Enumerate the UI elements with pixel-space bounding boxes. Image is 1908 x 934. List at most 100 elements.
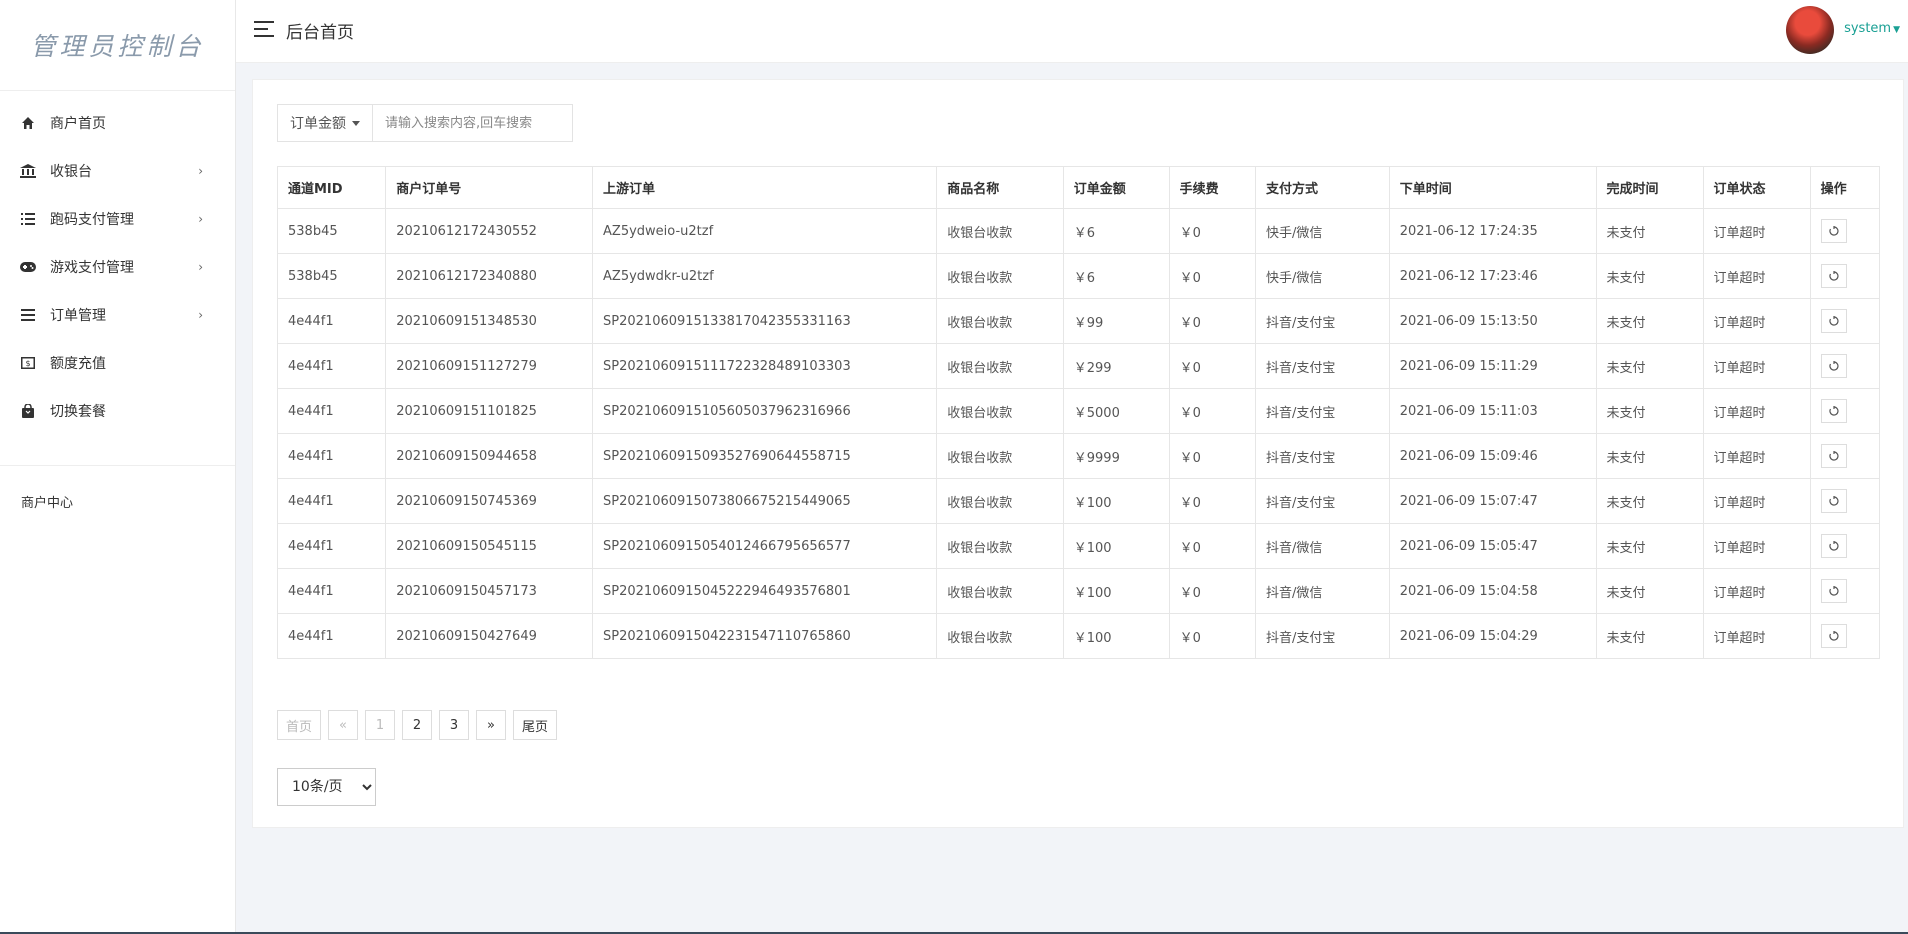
refresh-icon[interactable]	[1820, 624, 1847, 648]
refresh-icon[interactable]	[1820, 399, 1847, 423]
table-cell-action	[1809, 388, 1881, 434]
table-cell: 订单超时	[1702, 208, 1811, 254]
table-cell: 订单超时	[1702, 568, 1811, 614]
table-cell: SP2021060915105605037962316966	[592, 388, 938, 434]
sidebar-item-1[interactable]: 收银台 ›	[0, 147, 235, 195]
user-menu[interactable]: system ▼	[1844, 21, 1900, 36]
table-cell: ￥299	[1062, 343, 1170, 389]
table-body: 538b45 20210612172430552 AZ5ydweio-u2tzf 收银…	[276, 208, 1881, 659]
table-cell: 538b45	[276, 253, 387, 299]
table-cell: 订单超时	[1702, 613, 1811, 659]
sidebar-item-label: 订单管理	[50, 308, 106, 324]
table-cell: 收银台收款	[936, 208, 1064, 254]
pager-page-3[interactable]: 3	[439, 710, 470, 740]
sidebar-item-label: 收银台	[50, 164, 92, 180]
table-cell: 4e44f1	[276, 523, 387, 569]
sidebar-item-5[interactable]: $ 额度充值	[0, 339, 235, 387]
pager-page-2[interactable]: 2	[402, 710, 433, 740]
brand-logo: 管理员控制台	[0, 0, 235, 91]
table-row: 4e44f1 20210609151127279 SP202106091511172…	[276, 343, 1881, 389]
pager-next[interactable]: »	[476, 710, 507, 740]
column-header: 完成时间	[1595, 166, 1704, 209]
table-row: 538b45 20210612172340880 AZ5ydwdkr-u2tzf 收银…	[276, 253, 1881, 299]
table-cell: ￥0	[1168, 208, 1256, 254]
refresh-icon[interactable]	[1820, 219, 1847, 243]
refresh-icon[interactable]	[1820, 489, 1847, 513]
search-bar: 订单金额	[277, 104, 573, 142]
column-header: 商品名称	[936, 166, 1064, 209]
search-input[interactable]	[373, 105, 572, 141]
refresh-icon[interactable]	[1820, 354, 1847, 378]
column-header: 商户订单号	[385, 166, 594, 209]
sidebar: 管理员控制台 商户首页 收银台 › 跑码支付管理 › 游戏支付管理 › 订单管理 › $ 额度充值切…	[0, 0, 236, 934]
caret-down-icon	[352, 120, 360, 126]
table-cell: AZ5ydweio-u2tzf	[592, 208, 938, 254]
table-cell: 订单超时	[1702, 343, 1811, 389]
sidebar-item-label: 切换套餐	[50, 404, 106, 420]
table-cell: 2021-06-12 17:24:35	[1388, 208, 1597, 254]
table-cell: 抖音/支付宝	[1254, 388, 1390, 434]
table-cell: 20210609150944658	[385, 433, 594, 479]
table-cell: 538b45	[276, 208, 387, 254]
search-field-label: 订单金额	[290, 116, 346, 132]
table-cell-action	[1809, 478, 1881, 524]
table-cell: 4e44f1	[276, 388, 387, 434]
table-cell: 2021-06-12 17:23:46	[1388, 253, 1597, 299]
pager-page-1[interactable]: 1	[365, 710, 396, 740]
table-cell: 抖音/支付宝	[1254, 478, 1390, 524]
table-cell: 快手/微信	[1254, 253, 1390, 299]
table-cell: ￥0	[1168, 613, 1256, 659]
menu-toggle-icon[interactable]	[254, 20, 276, 38]
table-cell-action	[1809, 433, 1881, 479]
table-cell: 20210609150745369	[385, 478, 594, 524]
sidebar-item-label: 游戏支付管理	[50, 260, 134, 276]
pager-last[interactable]: 尾页	[513, 710, 558, 740]
sidebar-section-merchant-center[interactable]: 商户中心	[0, 466, 235, 511]
table-cell: ￥5000	[1062, 388, 1170, 434]
refresh-icon[interactable]	[1820, 534, 1847, 558]
sidebar-item-2[interactable]: 跑码支付管理 ›	[0, 195, 235, 243]
refresh-icon[interactable]	[1820, 444, 1847, 468]
table-row: 4e44f1 20210609150427649 SP202106091504223…	[276, 613, 1881, 659]
sidebar-item-0[interactable]: 商户首页	[0, 99, 235, 147]
table-cell: SP2021060915042231547110765860	[592, 613, 938, 659]
table-cell: 收银台收款	[936, 523, 1064, 569]
column-header: 下单时间	[1388, 166, 1597, 209]
refresh-icon[interactable]	[1820, 264, 1847, 288]
table-cell: 2021-06-09 15:13:50	[1388, 298, 1597, 344]
table-cell: 20210609150545115	[385, 523, 594, 569]
table-cell: 收银台收款	[936, 433, 1064, 479]
user-name: system	[1844, 21, 1892, 36]
table-cell: 订单超时	[1702, 253, 1811, 299]
table-cell: 20210609150427649	[385, 613, 594, 659]
page-size-select[interactable]: 10条/页	[277, 768, 376, 806]
table-cell-action	[1809, 208, 1881, 254]
table-cell: ￥0	[1168, 478, 1256, 524]
refresh-icon[interactable]	[1820, 579, 1847, 603]
table-cell: 未支付	[1595, 478, 1704, 524]
refresh-icon[interactable]	[1820, 309, 1847, 333]
column-header: 订单金额	[1062, 166, 1170, 209]
sidebar-item-4[interactable]: 订单管理 ›	[0, 291, 235, 339]
content-card: 订单金额 通道MID商户订单号上游订单商品名称订单金额手续费支付方式下单时间完成…	[252, 79, 1904, 828]
table-cell: 收银台收款	[936, 253, 1064, 299]
table-cell: 收银台收款	[936, 388, 1064, 434]
table-cell: 20210612172430552	[385, 208, 594, 254]
table-cell: 收银台收款	[936, 613, 1064, 659]
table-cell: 抖音/支付宝	[1254, 433, 1390, 479]
pager-prev[interactable]: «	[328, 710, 359, 740]
sidebar-item-3[interactable]: 游戏支付管理 ›	[0, 243, 235, 291]
table-row: 4e44f1 20210609150457173 SP202106091504522…	[276, 568, 1881, 614]
table-cell: 收银台收款	[936, 478, 1064, 524]
avatar[interactable]	[1786, 6, 1834, 54]
money-icon: $	[20, 355, 36, 371]
chevron-right-icon: ›	[198, 212, 203, 226]
bag-icon	[20, 403, 36, 419]
page-title: 后台首页	[286, 23, 354, 43]
pager-first[interactable]: 首页	[277, 710, 322, 740]
column-header: 支付方式	[1254, 166, 1390, 209]
sidebar-item-6[interactable]: 切换套餐	[0, 387, 235, 435]
search-field-select[interactable]: 订单金额	[278, 105, 373, 141]
table-cell: ￥0	[1168, 253, 1256, 299]
table-cell: 未支付	[1595, 388, 1704, 434]
